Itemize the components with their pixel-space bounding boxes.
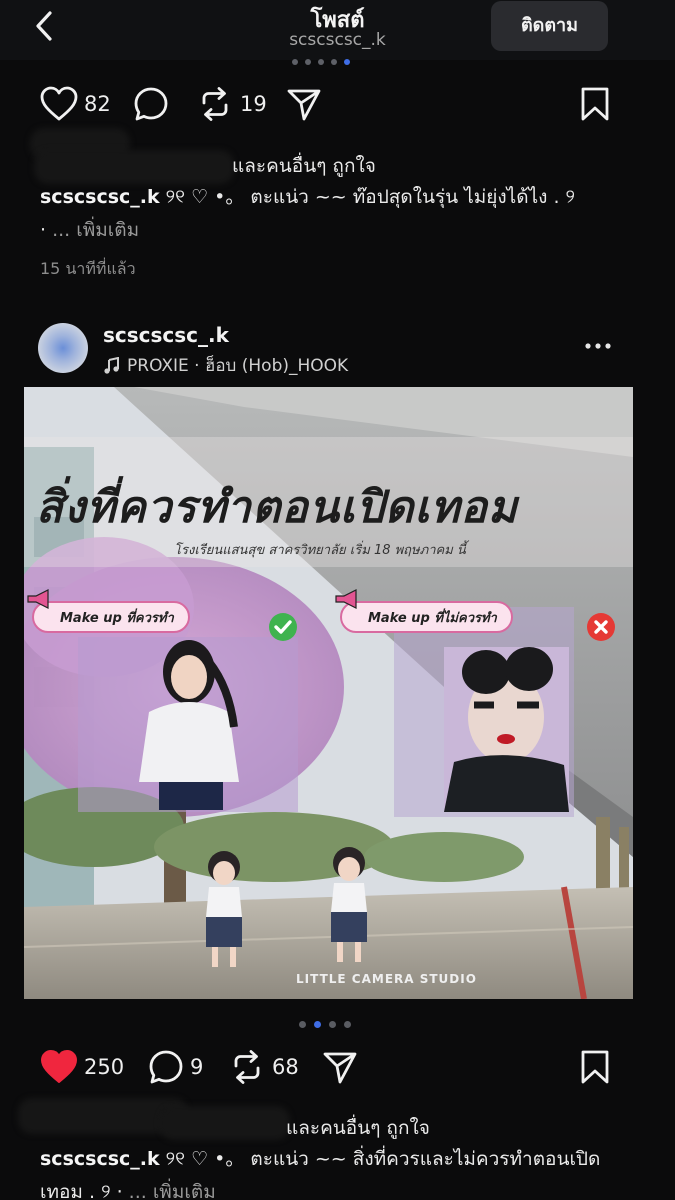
page-dot — [318, 59, 324, 65]
megaphone-icon — [335, 589, 357, 609]
screen: โพสต์ scscscsc_.k ติดตาม 82 19 และคนอื่น… — [0, 0, 675, 1200]
post-image[interactable]: สิ่งที่ควรทำตอนเปิดเทอม โรงเรียนแสนสุข ส… — [24, 387, 633, 999]
liked-by-text[interactable]: และคนอื่นๆ ถูกใจ — [286, 1113, 430, 1143]
repost-count: 19 — [240, 92, 267, 116]
caption-username[interactable]: scscscsc_.k — [40, 1148, 160, 1170]
tag-left: Make up ที่ควรทำ — [32, 601, 190, 633]
like-count: 82 — [84, 92, 111, 116]
caption-text: ୨୧ ♡ •。 ตะแน่ว ~~ ท๊อปสุดในรุ่น ไม่ยุ่งไ… — [159, 186, 575, 208]
bookmark-button[interactable] — [580, 1049, 610, 1085]
more-link[interactable]: ... เพิ่มเติม — [52, 219, 139, 241]
post1-actions: 82 19 — [0, 80, 675, 130]
post2-actions: 250 9 68 — [0, 1042, 675, 1092]
avatar[interactable] — [38, 323, 88, 373]
x-icon — [587, 613, 615, 641]
repost-count: 68 — [272, 1055, 299, 1079]
carousel-dot-active — [314, 1021, 321, 1028]
share-button[interactable] — [286, 86, 322, 122]
caption-username[interactable]: scscscsc_.k — [40, 186, 160, 208]
comment-count: 9 — [190, 1055, 204, 1079]
comment-button[interactable]: 9 — [148, 1049, 203, 1085]
post-timestamp: 15 นาทีที่แล้ว — [40, 259, 136, 278]
check-icon — [269, 613, 297, 641]
top-bar: โพสต์ scscscsc_.k ติดตาม — [0, 0, 675, 60]
page-dot-active — [344, 59, 350, 65]
image-title: สิ่งที่ควรทำตอนเปิดเทอม — [36, 482, 518, 533]
post1-caption: scscscsc_.k ୨୧ ♡ •。 ตะแน่ว ~~ ท๊อปสุดในร… — [40, 181, 640, 247]
repost-button[interactable]: 68 — [228, 1049, 299, 1085]
comment-button[interactable] — [133, 86, 169, 122]
liked-by-text[interactable]: และคนอื่นๆ ถูกใจ — [232, 151, 376, 181]
follow-button[interactable]: ติดตาม — [491, 1, 608, 51]
carousel-dot — [299, 1021, 306, 1028]
caption-text-cont: · — [40, 219, 53, 241]
post-music[interactable]: PROXIE · ฮ็อบ (Hob)_HOOK — [103, 352, 348, 379]
comment-icon — [149, 1050, 183, 1084]
bookmark-icon — [581, 1050, 609, 1084]
share-icon — [287, 89, 321, 121]
repost-icon — [234, 1050, 260, 1084]
heart-icon — [41, 1050, 77, 1083]
post-username[interactable]: scscscsc_.k — [103, 323, 229, 347]
page-dot — [305, 59, 311, 65]
tag-right: Make up ที่ไม่ควรทำ — [340, 601, 513, 633]
share-icon — [323, 1052, 357, 1084]
bookmark-icon — [581, 87, 609, 121]
post2-caption: scscscsc_.k ୨୧ ♡ •。 ตะแน่ว ~~ สิ่งที่ควร… — [40, 1143, 640, 1200]
page-indicator-top — [292, 59, 350, 65]
image-subtitle: โรงเรียนแสนสุข สาครวิทยาลัย เริ่ม 18 พฤษ… — [174, 543, 466, 558]
comment-icon — [134, 87, 168, 121]
carousel-dot — [344, 1021, 351, 1028]
music-note-icon — [104, 356, 119, 374]
repost-icon — [202, 87, 228, 121]
like-button[interactable]: 250 — [40, 1049, 124, 1085]
bookmark-button[interactable] — [580, 86, 610, 122]
megaphone-icon — [27, 589, 49, 609]
carousel-dot — [329, 1021, 336, 1028]
heart-icon — [40, 86, 78, 121]
like-button[interactable]: 82 — [40, 86, 111, 122]
page-dot — [292, 59, 298, 65]
page-dot — [331, 59, 337, 65]
music-label: PROXIE · ฮ็อบ (Hob)_HOOK — [127, 356, 349, 376]
carousel-indicator — [299, 1021, 351, 1028]
redacted-area — [160, 1106, 290, 1140]
redacted-area — [34, 150, 234, 184]
share-button[interactable] — [322, 1049, 358, 1085]
more-icon[interactable] — [583, 336, 613, 356]
image-watermark: LITTLE CAMERA STUDIO — [296, 972, 477, 986]
like-count: 250 — [84, 1055, 125, 1079]
repost-button[interactable]: 19 — [196, 86, 267, 122]
more-link[interactable]: ... เพิ่มเติม — [129, 1181, 216, 1200]
